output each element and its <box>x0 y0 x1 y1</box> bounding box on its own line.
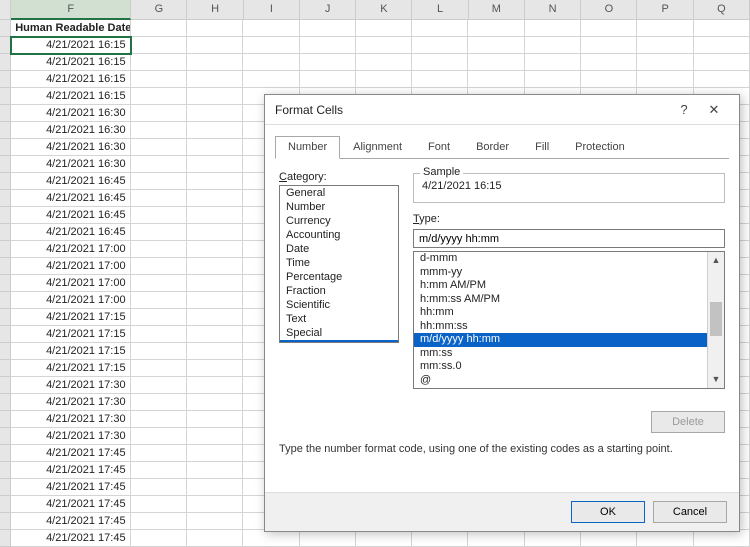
data-cell[interactable]: 4/21/2021 17:45 <box>11 513 130 530</box>
data-cell[interactable]: 4/21/2021 17:00 <box>11 275 130 292</box>
data-cell[interactable]: 4/21/2021 16:45 <box>11 207 130 224</box>
category-option[interactable]: Currency <box>280 214 398 228</box>
data-cell[interactable]: 4/21/2021 16:15 <box>11 37 130 54</box>
type-option[interactable]: hh:mm <box>414 306 707 320</box>
column-header-H[interactable]: H <box>187 0 243 20</box>
tab-border[interactable]: Border <box>463 136 522 159</box>
type-label: Type: <box>413 213 725 225</box>
header-cell[interactable]: Human Readable Date <box>11 20 130 37</box>
data-cell[interactable]: 4/21/2021 17:45 <box>11 496 130 513</box>
data-cell[interactable]: 4/21/2021 16:30 <box>11 105 130 122</box>
data-cell[interactable]: 4/21/2021 17:30 <box>11 394 130 411</box>
column-header-J[interactable]: J <box>300 0 356 20</box>
data-cell[interactable]: 4/21/2021 17:45 <box>11 479 130 496</box>
tab-alignment[interactable]: Alignment <box>340 136 415 159</box>
category-option[interactable]: Text <box>280 312 398 326</box>
type-scrollbar[interactable]: ▲ ▼ <box>707 252 724 388</box>
data-cell[interactable]: 4/21/2021 16:45 <box>11 190 130 207</box>
category-listbox[interactable]: GeneralNumberCurrencyAccountingDateTimeP… <box>279 185 399 343</box>
type-option[interactable]: h:mm AM/PM <box>414 279 707 293</box>
data-cell[interactable]: 4/21/2021 17:45 <box>11 530 130 547</box>
category-option[interactable]: Percentage <box>280 270 398 284</box>
category-option[interactable]: Accounting <box>280 228 398 242</box>
close-icon[interactable]: ✕ <box>699 102 729 118</box>
category-option[interactable]: General <box>280 186 398 200</box>
tab-font[interactable]: Font <box>415 136 463 159</box>
help-icon[interactable]: ? <box>669 102 699 117</box>
type-option[interactable]: hh:mm:ss <box>414 320 707 334</box>
category-option[interactable]: Date <box>280 242 398 256</box>
category-option[interactable]: Time <box>280 256 398 270</box>
data-cell[interactable]: 4/21/2021 17:15 <box>11 326 130 343</box>
data-cell[interactable]: 4/21/2021 16:45 <box>11 224 130 241</box>
format-cells-dialog: Format Cells ? ✕ NumberAlignmentFontBord… <box>264 94 740 532</box>
data-cell[interactable]: 4/21/2021 17:30 <box>11 428 130 445</box>
column-header-O[interactable]: O <box>581 0 637 20</box>
data-cell[interactable]: 4/21/2021 17:45 <box>11 445 130 462</box>
data-cell[interactable]: 4/21/2021 16:45 <box>11 173 130 190</box>
data-cell[interactable]: 4/21/2021 16:30 <box>11 139 130 156</box>
column-header-G[interactable]: G <box>131 0 187 20</box>
data-cell[interactable]: 4/21/2021 16:15 <box>11 88 130 105</box>
category-option[interactable]: Scientific <box>280 298 398 312</box>
category-option[interactable]: Number <box>280 200 398 214</box>
data-cell[interactable]: 4/21/2021 17:15 <box>11 343 130 360</box>
column-header-L[interactable]: L <box>412 0 468 20</box>
data-cell[interactable]: 4/21/2021 16:15 <box>11 54 130 71</box>
type-option[interactable]: @ <box>414 374 707 388</box>
tab-fill[interactable]: Fill <box>522 136 562 159</box>
type-option[interactable]: mm:ss <box>414 347 707 361</box>
sample-label: Sample <box>420 166 463 178</box>
delete-button[interactable]: Delete <box>651 411 725 433</box>
type-option[interactable]: mm:ss.0 <box>414 360 707 374</box>
type-option[interactable]: mmm-yy <box>414 266 707 280</box>
type-input[interactable] <box>413 229 725 248</box>
category-label: Category: <box>279 171 399 183</box>
format-hint: Type the number format code, using one o… <box>279 443 725 455</box>
data-cell[interactable]: 4/21/2021 17:30 <box>11 377 130 394</box>
data-cell[interactable]: 4/21/2021 17:30 <box>11 411 130 428</box>
category-option[interactable]: Fraction <box>280 284 398 298</box>
category-option[interactable]: Custom <box>280 340 398 343</box>
column-header-P[interactable]: P <box>637 0 693 20</box>
data-cell[interactable]: 4/21/2021 17:45 <box>11 462 130 479</box>
tab-number[interactable]: Number <box>275 136 340 159</box>
scroll-down-icon[interactable]: ▼ <box>708 371 724 388</box>
tab-protection[interactable]: Protection <box>562 136 638 159</box>
data-cell[interactable]: 4/21/2021 17:15 <box>11 360 130 377</box>
type-option[interactable]: h:mm:ss AM/PM <box>414 293 707 307</box>
category-option[interactable]: Special <box>280 326 398 340</box>
column-header-K[interactable]: K <box>356 0 412 20</box>
scroll-thumb[interactable] <box>710 302 722 336</box>
column-header-Q[interactable]: Q <box>694 0 750 20</box>
column-header-N[interactable]: N <box>525 0 581 20</box>
data-cell[interactable]: 4/21/2021 16:15 <box>11 71 130 88</box>
data-cell[interactable]: 4/21/2021 17:00 <box>11 241 130 258</box>
data-cell[interactable]: 4/21/2021 17:15 <box>11 309 130 326</box>
cancel-button[interactable]: Cancel <box>653 501 727 523</box>
type-option[interactable]: [h]:mm:ss <box>414 387 707 389</box>
sample-box: Sample 4/21/2021 16:15 <box>413 173 725 203</box>
data-cell[interactable]: 4/21/2021 16:30 <box>11 122 130 139</box>
scroll-up-icon[interactable]: ▲ <box>708 252 724 269</box>
data-cell[interactable]: 4/21/2021 17:00 <box>11 292 130 309</box>
column-header-F[interactable]: F <box>11 0 131 20</box>
type-option[interactable]: d-mmm <box>414 252 707 266</box>
sample-value: 4/21/2021 16:15 <box>422 180 502 192</box>
dialog-title: Format Cells <box>275 103 669 117</box>
type-listbox[interactable]: d-mmmmmm-yyh:mm AM/PMh:mm:ss AM/PMhh:mmh… <box>413 251 725 389</box>
data-cell[interactable]: 4/21/2021 17:00 <box>11 258 130 275</box>
column-header-I[interactable]: I <box>244 0 300 20</box>
type-option[interactable]: m/d/yyyy hh:mm <box>414 333 707 347</box>
data-cell[interactable]: 4/21/2021 16:30 <box>11 156 130 173</box>
column-header-M[interactable]: M <box>469 0 525 20</box>
ok-button[interactable]: OK <box>571 501 645 523</box>
